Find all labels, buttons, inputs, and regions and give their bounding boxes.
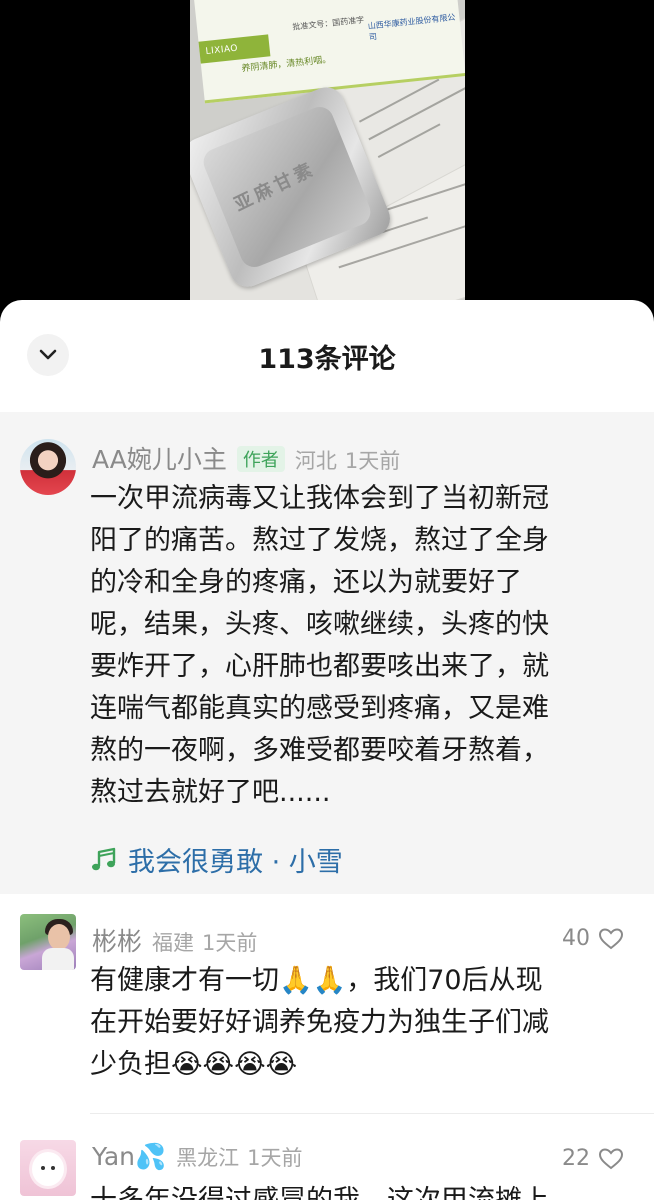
comment-line: 少负担😭😭😭😭 xyxy=(90,1049,298,1080)
music-title: 我会很勇敢 · 小雪 xyxy=(128,847,343,878)
timestamp: 1天前 xyxy=(247,1146,303,1170)
comment-line: 要炸开了，心肝肺也都要咳出来了，就 xyxy=(90,651,549,682)
comment-line: 连喘气都能真实的感受到疼痛，又是难 xyxy=(90,693,549,724)
music-note-icon xyxy=(92,847,116,870)
nickname[interactable]: 彬彬 xyxy=(92,922,142,958)
comment-item-author[interactable]: AA婉儿小主 作者 河北 1天前 一次甲流病毒又让我体会到了当初新冠 阳了的痛苦… xyxy=(0,412,654,894)
location: 黑龙江 xyxy=(176,1146,240,1170)
comment-line: 熬过去就好了吧...... xyxy=(90,777,331,808)
comment-text: 有健康才有一切🙏🙏，我们70后从现 在开始要好好调养免疫力为独生子们减 少负担😭… xyxy=(90,960,549,1086)
comment-item[interactable]: 彬彬 福建 1天前 40 有健康才有一切🙏🙏，我们70后从现 在开始要好好调养免… xyxy=(0,894,654,1114)
comment-line: 有健康才有一切🙏🙏，我们70后从现 xyxy=(90,965,543,996)
box-approval: 批准文号：国药准字 xyxy=(292,15,365,32)
nickname[interactable]: Yan💦 xyxy=(92,1142,166,1172)
comment-text: 十多年没得过感冒的我，这次甲流摊上 xyxy=(90,1180,549,1200)
timestamp: 1天前 xyxy=(344,449,401,473)
like-button[interactable]: 40 xyxy=(562,926,624,951)
like-button[interactable]: 22 xyxy=(562,1146,624,1171)
comment-line: 一次甲流病毒又让我体会到了当初新冠 xyxy=(90,483,549,514)
avatar[interactable] xyxy=(20,914,76,970)
comment-sheet: 113条评论 AA婉儿小主 作者 河北 1天前 一次甲流病毒又让我体会到了当初新… xyxy=(0,300,654,1200)
author-badge: 作者 xyxy=(236,446,285,472)
location: 河北 xyxy=(294,449,337,473)
comment-text: 一次甲流病毒又让我体会到了当初新冠 阳了的痛苦。熬过了发烧，熬过了全身 的冷和全… xyxy=(90,478,549,814)
box-maker: 山西华康药业股份有限公司 xyxy=(367,12,456,42)
heart-outline-icon xyxy=(598,1147,624,1169)
comment-line: 的冷和全身的疼痛，还以为就要好了 xyxy=(90,567,522,598)
video-player[interactable]: LIXIAO 批准文号：国药准字 山西华康药业股份有限公司 养阴清肺，清热利咽。… xyxy=(0,0,654,320)
avatar[interactable] xyxy=(20,1140,76,1196)
video-frame: LIXIAO 批准文号：国药准字 山西华康药业股份有限公司 养阴清肺，清热利咽。… xyxy=(190,0,465,320)
comment-line: 在开始要好好调养免疫力为独生子们减 xyxy=(90,1007,549,1038)
sheet-header: 113条评论 xyxy=(0,300,654,412)
location: 福建 xyxy=(152,931,195,955)
avatar[interactable] xyxy=(20,439,76,495)
comment-line: 呢，结果，头疼、咳嗽继续，头疼的快 xyxy=(90,609,549,640)
music-link[interactable]: 我会很勇敢 · 小雪 xyxy=(90,840,343,879)
comment-count-title: 113条评论 xyxy=(258,344,396,375)
comment-header: Yan💦 黑龙江 1天前 xyxy=(92,1142,303,1172)
comment-header: 彬彬 福建 1天前 xyxy=(92,922,257,958)
timestamp: 1天前 xyxy=(202,931,258,955)
like-count: 40 xyxy=(562,926,590,951)
comment-item[interactable]: Yan💦 黑龙江 1天前 22 十多年没得过感冒的我，这次甲流摊上 xyxy=(0,1114,654,1200)
comment-line: 十多年没得过感冒的我，这次甲流摊上 xyxy=(90,1180,549,1200)
like-count: 22 xyxy=(562,1146,590,1171)
comment-line: 阳了的痛苦。熬过了发烧，熬过了全身 xyxy=(90,525,549,556)
nickname[interactable]: AA婉儿小主 xyxy=(92,440,227,476)
comment-header: AA婉儿小主 作者 河北 1天前 xyxy=(92,440,400,476)
heart-outline-icon xyxy=(598,927,624,949)
comment-line: 熬的一夜啊，多难受都要咬着牙熬着， xyxy=(90,735,549,766)
